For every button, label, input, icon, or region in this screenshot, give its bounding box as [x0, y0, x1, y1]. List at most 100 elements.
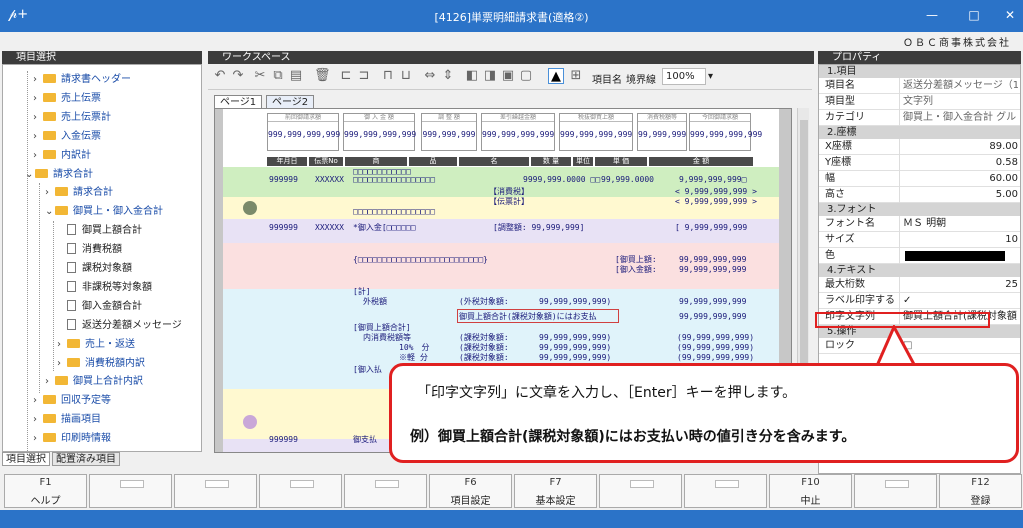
same-height-icon[interactable]: ⇕	[440, 68, 456, 84]
property-section[interactable]: 4.テキスト	[819, 264, 1020, 277]
form-field[interactable]: [御買上額合計]	[353, 323, 411, 332]
form-field[interactable]: (外税対象額:	[459, 297, 509, 306]
header-box[interactable]: 税抜御買上額 999,999,999,999	[559, 113, 633, 151]
form-field[interactable]: [ 9,999,999,999	[675, 223, 747, 232]
chevron-icon[interactable]: ›	[33, 392, 43, 409]
tree-item-8[interactable]: 御買上額合計	[57, 222, 142, 239]
form-field[interactable]: (99,999,999,999)	[677, 333, 754, 342]
property-value[interactable]: 返送分差額メッセージ（1	[903, 78, 1018, 94]
property-row[interactable]: 幅 60.00	[819, 171, 1020, 187]
property-section[interactable]: 2.座標	[819, 126, 1020, 139]
tree-item-9[interactable]: 消費税額	[57, 241, 122, 258]
form-field[interactable]: (99,999,999,999)	[677, 343, 754, 352]
chevron-icon[interactable]: ›	[45, 184, 55, 201]
property-value[interactable]: □	[903, 338, 1018, 354]
property-row[interactable]: ラベル印字する ✓	[819, 293, 1020, 309]
chevron-icon[interactable]: ›	[33, 411, 43, 428]
tree-item-4[interactable]: › 内訳計	[33, 147, 91, 164]
form-field[interactable]: □□□□□□□□□□□□□□□□□	[353, 175, 435, 184]
image-view-icon[interactable]: ▲	[548, 68, 564, 84]
chevron-icon[interactable]: ›	[33, 147, 43, 164]
property-row[interactable]: 最大桁数 25	[819, 277, 1020, 293]
fkey-button-8[interactable]	[684, 474, 767, 508]
fkey-button-9[interactable]: F10 中止	[769, 474, 852, 508]
cut-icon[interactable]: ✂	[252, 68, 268, 84]
tree-item-2[interactable]: › 売上伝票計	[33, 109, 111, 126]
property-value[interactable]: 10	[903, 232, 1018, 248]
form-field[interactable]: 99,999,999,999)	[539, 297, 611, 306]
form-field[interactable]: < 9,999,999,999 >	[675, 187, 757, 196]
align-middle-icon[interactable]: ⊔	[398, 68, 414, 84]
form-field[interactable]: 10% 分	[399, 343, 429, 352]
delete-icon[interactable]: 🗑	[314, 68, 331, 84]
property-section[interactable]: 1.項目	[819, 65, 1020, 78]
property-row[interactable]: 項目名 返送分差額メッセージ（1	[819, 78, 1020, 94]
send-back-icon[interactable]: ◨	[482, 68, 498, 84]
form-field[interactable]: *御入金[□□□□□□	[353, 223, 416, 232]
form-field[interactable]: 99,999,999,999	[679, 297, 746, 306]
copy-icon[interactable]: ⧉	[270, 68, 286, 84]
tree-item-17[interactable]: › 回収予定等	[33, 392, 111, 409]
form-field[interactable]: [御入金額:	[615, 265, 657, 274]
selected-item-frame[interactable]	[457, 309, 619, 323]
property-value[interactable]: 御買上・御入金合計 グル	[903, 110, 1018, 126]
property-value[interactable]	[905, 251, 1005, 261]
form-field[interactable]: (課税対象額:	[459, 353, 509, 362]
header-box[interactable]: 今回御請求額 999,999,999,999	[689, 113, 762, 151]
tree-item-13[interactable]: 返送分差額メッセージ	[57, 317, 182, 334]
chevron-icon[interactable]: ›	[33, 430, 43, 447]
tree-item-12[interactable]: 御入金額合計	[57, 298, 142, 315]
tree-item-18[interactable]: › 描画項目	[33, 411, 101, 428]
property-value[interactable]: ＭＳ 明朝	[903, 216, 1018, 232]
form-field[interactable]: 99,999,999,999	[679, 312, 746, 321]
form-field[interactable]: 【消費税】	[489, 187, 529, 196]
form-field[interactable]: [計]	[353, 287, 371, 296]
form-field[interactable]: 99,999,999,999	[679, 255, 746, 264]
fkey-button-6[interactable]: F7 基本設定	[514, 474, 597, 508]
fkey-button-1[interactable]	[89, 474, 172, 508]
ungroup-icon[interactable]: ▢	[518, 68, 534, 84]
chevron-icon[interactable]: ›	[45, 373, 55, 390]
fkey-button-11[interactable]: F12 登録	[939, 474, 1022, 508]
header-box[interactable]: 前回御請求額 999,999,999,999	[267, 113, 340, 151]
undo-icon[interactable]: ↶	[212, 68, 228, 84]
form-field[interactable]: 【伝票計】	[489, 197, 529, 206]
redo-icon[interactable]: ↷	[230, 68, 246, 84]
property-row[interactable]: ロック □	[819, 338, 1020, 354]
maximize-button[interactable]: □	[962, 8, 986, 22]
tree-item-11[interactable]: 非課税等対象額	[57, 279, 152, 296]
align-left-icon[interactable]: ⊏	[338, 68, 354, 84]
chevron-icon[interactable]: ⌄	[45, 203, 55, 220]
tree-item-15[interactable]: › 消費税額内訳	[57, 355, 145, 372]
tree-item-5[interactable]: ⌄ 請求合計	[25, 166, 93, 183]
property-value[interactable]: 25	[903, 277, 1018, 293]
form-field[interactable]: 御支払	[353, 435, 377, 444]
form-field[interactable]: 外税額	[363, 297, 387, 306]
property-row[interactable]: 高さ 5.00	[819, 187, 1020, 203]
property-value[interactable]: 5.00	[903, 187, 1018, 203]
form-field[interactable]: 99,999.0000	[601, 175, 654, 184]
chevron-icon[interactable]: ›	[57, 355, 67, 372]
group-icon[interactable]: ▣	[500, 68, 516, 84]
zoom-select[interactable]: 100%	[662, 68, 706, 85]
form-field[interactable]: 999999	[269, 175, 298, 184]
form-field[interactable]: 99,999,999,999)	[539, 353, 611, 362]
fkey-button-3[interactable]	[259, 474, 342, 508]
fkey-button-2[interactable]	[174, 474, 257, 508]
form-field[interactable]: {□□□□□□□□□□□□□□□□□□□□□□□□□□}	[353, 255, 488, 264]
fkey-button-5[interactable]: F6 項目設定	[429, 474, 512, 508]
grid-icon[interactable]: ⊞	[568, 68, 584, 84]
property-row[interactable]: カテゴリ 御買上・御入金合計 グル	[819, 110, 1020, 126]
chevron-icon[interactable]: ›	[33, 128, 43, 145]
fkey-button-10[interactable]	[854, 474, 937, 508]
property-row[interactable]: 色	[819, 248, 1020, 264]
tab-page2[interactable]: ページ2	[266, 95, 315, 109]
chevron-icon[interactable]: ›	[33, 90, 43, 107]
property-value[interactable]: 89.00	[903, 139, 1018, 155]
tree-item-1[interactable]: › 売上伝票	[33, 90, 101, 107]
fkey-button-0[interactable]: F1 ヘルプ	[4, 474, 87, 508]
tree-item-10[interactable]: 課税対象額	[57, 260, 132, 277]
property-value[interactable]: 60.00	[903, 171, 1018, 187]
tab-item-select[interactable]: 項目選択	[2, 452, 50, 466]
paste-icon[interactable]: ▤	[288, 68, 304, 84]
